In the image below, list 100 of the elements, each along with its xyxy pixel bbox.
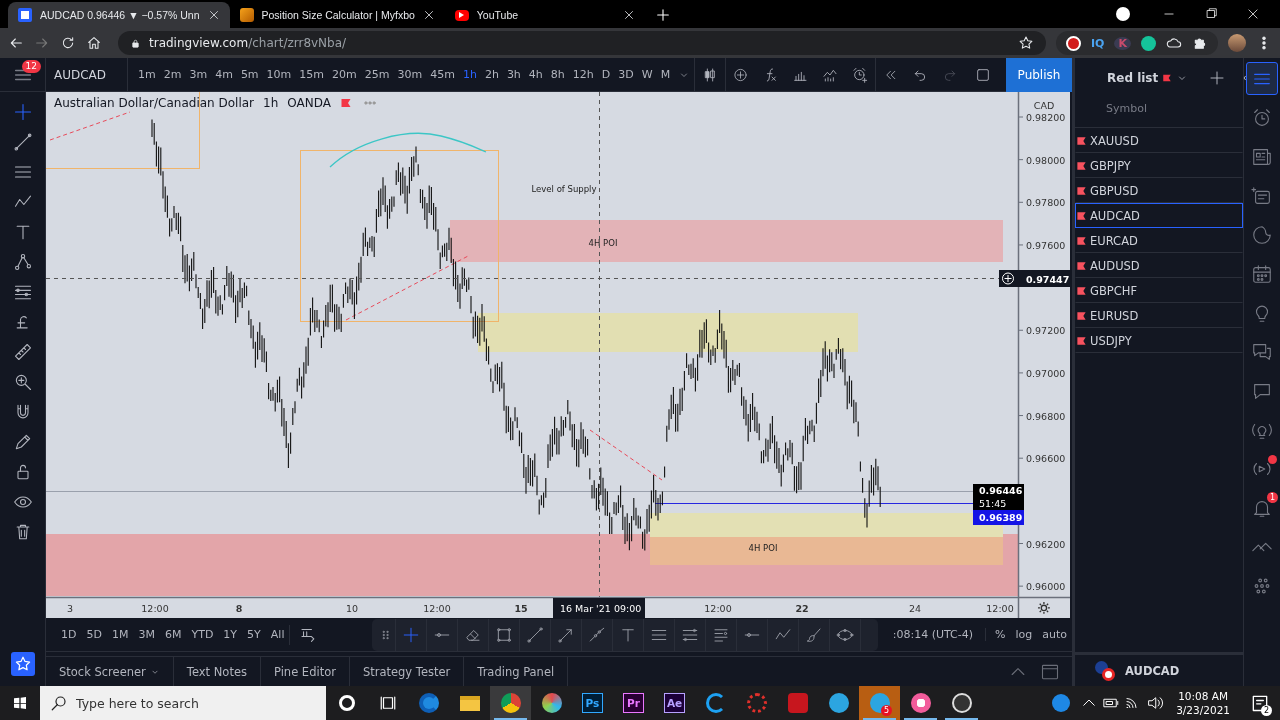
publish-button[interactable]: Publish [1006, 57, 1072, 92]
taskbar-app[interactable] [490, 686, 531, 720]
interval-button[interactable]: 25m [360, 68, 394, 81]
flag-icon [1076, 309, 1087, 322]
folder-icon [459, 695, 480, 711]
browser-tab[interactable]: Position Size Calculator | Myfxbo [229, 2, 445, 28]
close-window-icon[interactable] [1246, 7, 1260, 21]
interval-button[interactable]: 4h [524, 68, 547, 81]
interval-button[interactable]: 10m [262, 68, 296, 81]
range-button[interactable]: 6M [159, 628, 187, 641]
sidebar-button[interactable] [1246, 62, 1278, 95]
interval-button[interactable]: 30m [393, 68, 427, 81]
watchlist-title[interactable]: Red list [1107, 71, 1159, 85]
interval-button[interactable]: 1h [458, 68, 481, 81]
interval-button[interactable]: D [597, 68, 615, 81]
watchlist-row[interactable]: USDJPY [1075, 328, 1243, 353]
italic-f-logo-icon [239, 8, 254, 22]
address-field[interactable]: tradingview.com/chart/zrr8vNba/ [118, 31, 1046, 55]
taskbar-app[interactable]: Ps [572, 686, 613, 720]
lock-icon [130, 37, 141, 49]
home-icon[interactable] [86, 35, 102, 51]
interval-button[interactable]: 8h [546, 68, 569, 81]
app-logo: Pr [623, 693, 644, 713]
time-label: 12:00 [423, 603, 451, 614]
range-button[interactable]: All [265, 628, 290, 641]
interval-button[interactable]: 1m [134, 68, 160, 81]
close-icon[interactable] [622, 9, 635, 21]
watchlist-row[interactable]: GBPUSD [1075, 178, 1243, 203]
watchlist-row[interactable]: AUDUSD [1075, 253, 1243, 278]
scale-option[interactable]: auto [1037, 628, 1072, 641]
restore-icon[interactable] [1204, 7, 1218, 21]
symbol-text: AUDUSD [1090, 258, 1140, 273]
price-label: 0.96200 [1026, 538, 1066, 550]
watchlist-row[interactable]: EURUSD [1075, 303, 1243, 328]
interval-button[interactable]: 15m [295, 68, 329, 81]
range-button[interactable]: YTD [186, 628, 219, 641]
close-icon[interactable] [207, 9, 220, 21]
extension-button[interactable]: IQ [1091, 36, 1105, 50]
symbol-search[interactable]: AUDCAD [46, 57, 128, 92]
interval-button[interactable]: 45m [426, 68, 459, 81]
interval-button[interactable]: 2m [159, 68, 186, 81]
watchlist-row[interactable]: EURCAD [1075, 228, 1243, 253]
browser-tab[interactable]: YouTube [444, 2, 645, 28]
trend-line-icon[interactable] [12, 130, 33, 154]
cloud-extension-icon[interactable] [1166, 35, 1182, 51]
circle-extension-icon[interactable] [1141, 35, 1156, 51]
scale-option[interactable]: % [990, 628, 1011, 641]
media-control-icon[interactable] [1116, 7, 1130, 21]
price-label: 0.97600 [1026, 239, 1066, 251]
crosshair-date: 16 Mar '21 [560, 603, 611, 614]
watchlist-row[interactable]: AUDCAD [1075, 203, 1243, 228]
interval-button[interactable]: 3h [502, 68, 525, 81]
notifications-button[interactable]: 2 [1240, 686, 1280, 720]
flag-icon[interactable] [339, 97, 352, 109]
interval-button[interactable]: M [656, 68, 675, 81]
sidebar-button[interactable]: 1 [1246, 491, 1278, 524]
interval-button[interactable]: 5m [236, 68, 263, 81]
taskbar-app[interactable]: 5 [859, 686, 900, 720]
url-text: tradingview.com/chart/zrr8vNba/ [149, 36, 347, 50]
scale-option[interactable]: log [1010, 628, 1038, 641]
tab-title: AUDCAD 0.96446 ▼ −0.57% Unn [40, 9, 200, 21]
reload-icon[interactable] [60, 35, 76, 51]
interval-button[interactable]: W [637, 68, 657, 81]
calendar-icon [1251, 262, 1273, 285]
tab-title: Position Size Calculator | Myfxbo [261, 9, 415, 21]
range-button[interactable]: 5D [81, 628, 107, 641]
forward-icon[interactable] [34, 35, 50, 51]
clock-button[interactable]: 10:08 AM 3/23/2021 [1166, 689, 1240, 717]
extensions-icon[interactable] [1192, 35, 1208, 51]
count-badge: 2 [1260, 705, 1272, 716]
interval-button[interactable]: 2h [480, 68, 503, 81]
search-field[interactable]: Type here to search [40, 686, 326, 720]
close-icon[interactable] [422, 9, 435, 21]
range-button[interactable]: 3M [133, 628, 160, 641]
interval-button[interactable]: 3D [614, 68, 638, 81]
volume-icon[interactable] [1146, 694, 1165, 712]
favorites-button[interactable] [10, 652, 35, 676]
flag-icon [1076, 284, 1087, 297]
new-tab-icon[interactable] [654, 7, 671, 23]
watchlist-row[interactable]: GBPCHF [1075, 278, 1243, 303]
menu-button[interactable]: 12 [0, 57, 46, 92]
taskbar-app[interactable]: Ae [654, 686, 695, 720]
watchlist-row[interactable]: XAUUSD [1075, 128, 1243, 153]
browser-tab[interactable]: AUDCAD 0.96446 ▼ −0.57% Unn [8, 2, 230, 28]
range-button[interactable]: 5Y [242, 628, 266, 641]
range-button[interactable]: 1D [56, 628, 82, 641]
profile-avatar[interactable] [1228, 34, 1246, 52]
watchlist-row[interactable]: GBPJPY [1075, 153, 1243, 178]
help-icon[interactable] [1052, 694, 1071, 712]
range-button[interactable]: 1M [106, 628, 134, 641]
interval-button[interactable]: 20m [328, 68, 361, 81]
back-icon[interactable] [8, 35, 24, 51]
taskbar-app[interactable]: Pr [613, 686, 654, 720]
count-badge: 12 [21, 59, 41, 73]
interval-button[interactable]: 4m [211, 68, 237, 81]
interval-button[interactable]: 3m [185, 68, 212, 81]
bookmark-star-icon[interactable] [1018, 35, 1034, 51]
range-button[interactable]: 1Y [218, 628, 243, 641]
interval-button[interactable]: 12h [568, 68, 598, 81]
settings-icon [1037, 601, 1051, 615]
